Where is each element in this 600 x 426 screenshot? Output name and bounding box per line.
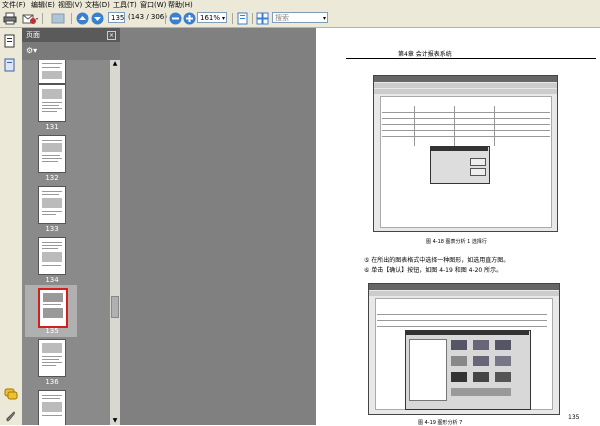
zoom-out-icon[interactable] (169, 12, 182, 25)
thumbnail-label: 135 (45, 327, 59, 335)
document-page: 第4章 会计报表系统 图 4-18 图表分析 1 选择行 ⑤ 在所出的图表格式中… (316, 28, 600, 426)
menu-bar: 文件(F) 编辑(E) 视图(V) 文档(D) 工具(T) 窗口(W) 帮助(H… (0, 0, 600, 10)
step-5-text: ⑤ 在所出的图表格式中选择一种图形，如选用直方图。 (364, 257, 510, 264)
scroll-down-arrow[interactable]: ▼ (111, 417, 119, 425)
zoom-value: 161% (200, 14, 221, 22)
pages-panel: 页面 × ⚙▾ 131 132 133 134 135 136 ▲ ▼ (22, 28, 120, 425)
toolbar-separator (71, 13, 72, 24)
thumbnail-label: 134 (45, 276, 59, 284)
page-number: 135 (568, 414, 580, 421)
page-thumbnail[interactable] (38, 339, 66, 377)
toolbar-separator (165, 13, 166, 24)
page-up-icon[interactable] (76, 12, 89, 25)
chevron-down-icon: ▾ (221, 15, 225, 22)
page-thumbnail[interactable] (38, 186, 66, 224)
fit-page-icon[interactable] (236, 12, 249, 25)
page-thumbnail[interactable] (38, 84, 66, 122)
page-thumbnail[interactable] (38, 237, 66, 275)
chevron-down-icon: ▾ (322, 15, 326, 22)
options-icon[interactable]: ⚙▾ (26, 46, 37, 55)
pages-panel-title: 页面 (26, 31, 40, 39)
close-icon[interactable]: × (107, 31, 116, 40)
panel-options-bar: ⚙▾ (22, 42, 120, 60)
page-thumbnail[interactable] (38, 390, 66, 425)
page-number-input[interactable]: 135 (108, 12, 125, 23)
page-thumbnail[interactable] (38, 60, 66, 84)
two-page-icon[interactable] (256, 12, 269, 25)
figure-caption-1: 图 4-18 图表分析 1 选择行 (426, 239, 487, 245)
menu-window[interactable]: 窗口(W) (140, 0, 166, 10)
thumbnail-scrollbar[interactable]: ▲ ▼ (110, 60, 120, 425)
menu-view[interactable]: 视图(V) (58, 0, 82, 10)
hand-tool-icon[interactable] (50, 12, 66, 25)
scrollbar-thumb[interactable] (111, 296, 119, 318)
menu-tools[interactable]: 工具(T) (113, 0, 137, 10)
menu-help[interactable]: 帮助(H) (168, 0, 193, 10)
thumbnail-label: 132 (45, 174, 59, 182)
search-placeholder: 搜索 (275, 14, 289, 22)
pages-panel-icon[interactable] (4, 34, 16, 48)
navigation-strip (0, 28, 23, 425)
pages-panel-header: 页面 × (22, 28, 120, 42)
zoom-in-icon[interactable] (183, 12, 196, 25)
menu-document[interactable]: 文档(D) (85, 0, 110, 10)
menu-file[interactable]: 文件(F) (2, 0, 26, 10)
menu-edit[interactable]: 编辑(E) (31, 0, 55, 10)
thumbnail-label: 136 (45, 378, 59, 386)
toolbar-separator (232, 13, 233, 24)
thumbnail-list[interactable]: 131 132 133 134 135 136 (22, 60, 110, 425)
comments-icon[interactable] (4, 388, 18, 400)
page-header: 第4章 会计报表系统 (398, 51, 452, 58)
document-background (120, 28, 316, 425)
page-thumbnail[interactable] (38, 135, 66, 173)
page-down-icon[interactable] (91, 12, 104, 25)
toolbar-separator (252, 13, 253, 24)
toolbar: 135 (143 / 306) 161% ▾ 搜索 ▾ (0, 10, 600, 28)
thumbnail-label: 131 (45, 123, 59, 131)
page-thumbnail-selected[interactable] (38, 288, 68, 328)
figure-screenshot-1 (373, 75, 558, 232)
print-icon[interactable] (3, 12, 17, 25)
attachment-icon[interactable] (4, 410, 16, 422)
search-input[interactable]: 搜索 ▾ (272, 12, 328, 23)
toolbar-separator (42, 13, 43, 24)
header-rule (346, 58, 596, 59)
figure-screenshot-2 (368, 283, 560, 415)
step-6-text: ⑥ 单击【确认】按钮，如图 4-19 和图 4-20 所示。 (364, 267, 503, 274)
zoom-select[interactable]: 161% ▾ (197, 12, 227, 23)
thumbnail-label: 133 (45, 225, 59, 233)
email-icon[interactable] (22, 12, 38, 25)
page-count-label: (143 / 306) (128, 13, 167, 21)
bookmarks-icon[interactable] (4, 58, 16, 72)
scroll-up-arrow[interactable]: ▲ (111, 60, 119, 68)
